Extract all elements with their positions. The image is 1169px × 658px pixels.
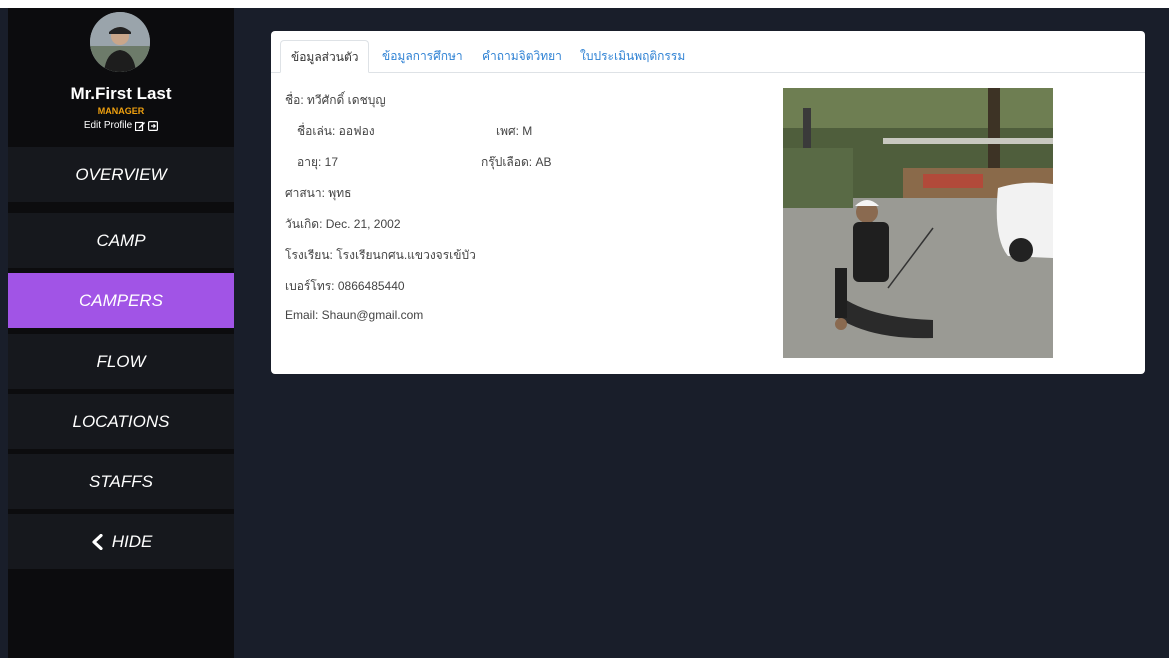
camper-age: อายุ: 17 — [297, 155, 338, 169]
edit-icon[interactable] — [135, 121, 146, 131]
chevron-left-icon — [92, 533, 103, 550]
user-role: MANAGER — [97, 106, 145, 116]
edit-profile-label: Edit Profile — [83, 120, 133, 131]
camper-phone: เบอร์โทร: 0866485440 — [285, 279, 405, 293]
camper-blood-type: กรุ๊ปเลือด: AB — [481, 155, 552, 169]
nav-hide-label: HIDE — [111, 531, 153, 551]
camper-name: ชื่อ: ทวีศักดิ์ เดชบุญ — [285, 93, 386, 107]
avatar[interactable] — [90, 12, 150, 72]
camper-nickname: ชื่อเล่น: ออฟอง — [297, 124, 375, 138]
camper-email: Email: Shaun@gmail.com — [285, 308, 424, 322]
nav-overview-label: OVERVIEW — [75, 164, 167, 184]
top-strip — [0, 0, 1169, 8]
nav-campers-label: CAMPERS — [78, 290, 164, 310]
tab-psychology-questions[interactable]: คำถามจิตวิทยา — [472, 40, 572, 73]
nav-locations-label: LOCATIONS — [72, 411, 170, 431]
nav-locations[interactable]: LOCATIONS — [8, 394, 234, 449]
camper-religion: ศาสนา: พุทธ — [285, 186, 352, 200]
nav-staffs[interactable]: STAFFS — [8, 454, 234, 509]
nav-overview[interactable]: OVERVIEW — [8, 147, 234, 202]
tab-education-info[interactable]: ข้อมูลการศึกษา — [372, 40, 473, 73]
nav-camp-label: CAMP — [96, 230, 146, 250]
nav-flow[interactable]: FLOW — [8, 334, 234, 389]
tab-bar: ข้อมูลส่วนตัว ข้อมูลการศึกษา คำถามจิตวิท… — [271, 40, 1145, 73]
logout-icon[interactable] — [148, 120, 159, 131]
camper-detail-card: ข้อมูลส่วนตัว ข้อมูลการศึกษา คำถามจิตวิท… — [271, 31, 1145, 374]
nav-hide[interactable]: HIDE — [8, 514, 234, 569]
tab-behavior-evaluation[interactable]: ใบประเมินพฤติกรรม — [570, 40, 695, 73]
tab-personal-info[interactable]: ข้อมูลส่วนตัว — [280, 40, 370, 73]
avatar-image — [90, 12, 150, 72]
nav-campers[interactable]: CAMPERS — [8, 273, 234, 328]
camper-photo-image — [783, 88, 1053, 358]
camper-school: โรงเรียน: โรงเรียนกศน.แขวงจรเข้บัว — [285, 248, 476, 262]
nav-staffs-label: STAFFS — [89, 471, 153, 491]
nav-flow-label: FLOW — [96, 351, 146, 371]
edit-profile-link[interactable]: Edit Profile — [8, 120, 234, 131]
user-name: Mr.First Last — [70, 84, 172, 103]
nav-camp[interactable]: CAMP — [8, 213, 234, 268]
camper-photo — [783, 88, 1053, 358]
camper-gender: เพศ: M — [496, 124, 533, 138]
camper-birthday: วันเกิด: Dec. 21, 2002 — [285, 217, 401, 231]
sidebar: Mr.First Last MANAGER Edit Profile OVERV… — [8, 8, 234, 658]
